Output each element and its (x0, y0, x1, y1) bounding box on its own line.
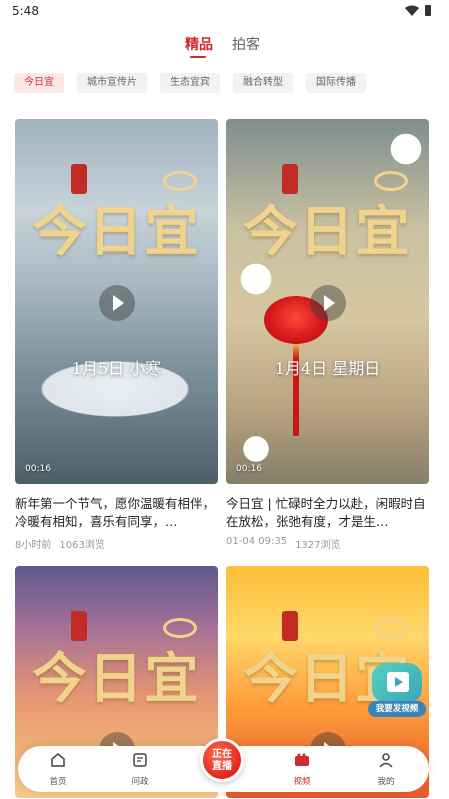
video-card[interactable]: 今日宜 1月4日 星期日 00:16 今日宜 | 忙碌时全力以赴，闲暇时自在放松… (226, 119, 429, 551)
profile-icon (379, 753, 393, 768)
home-icon (51, 753, 65, 767)
video-title[interactable]: 今日宜 | 忙碌时全力以赴，闲暇时自在放松，张弛有度，才是生… (226, 495, 429, 531)
overlay-title: 今日宜 (32, 199, 201, 263)
video-duration: 00:16 (25, 464, 51, 474)
video-views: 1063浏览 (59, 540, 105, 551)
video-views: 1327浏览 (295, 540, 341, 551)
video-time: 01-04 09:35 (226, 536, 288, 547)
overlay-caption: 1月4日 星期日 (274, 359, 381, 378)
wifi-icon (405, 5, 419, 16)
overlay-title: 今日宜 (243, 199, 412, 263)
video-duration: 00:16 (236, 464, 262, 474)
chip-city-promo[interactable]: 城市宣传片 (77, 73, 147, 93)
publish-video-label: 我要发视频 (368, 701, 426, 717)
chip-international[interactable]: 国际传播 (306, 73, 366, 93)
status-bar: 5:48 (0, 0, 449, 24)
tab-featured[interactable]: 精品 (185, 34, 213, 54)
chips-fade (389, 68, 449, 98)
tab-reporter[interactable]: 拍客 (232, 34, 260, 54)
video-title[interactable]: 新年第一个节气，愿你温暖有相伴，冷暖有相知，喜乐有同享，… (15, 495, 218, 531)
play-icon[interactable] (310, 285, 346, 321)
active-tab-indicator (190, 56, 206, 58)
live-stream-button[interactable]: 正在 直播 (200, 738, 244, 782)
nav-label: 视频 (293, 777, 311, 787)
overlay-title: 今日宜 (32, 646, 201, 710)
video-time: 8小时前 (15, 540, 52, 551)
video-upload-icon (387, 672, 409, 692)
play-icon[interactable] (99, 285, 135, 321)
video-icon (295, 753, 309, 766)
video-thumbnail[interactable]: 今日宜 1月5日 小寒 00:16 (15, 119, 218, 484)
live-label-line2: 直播 (212, 761, 232, 772)
nav-video[interactable]: 视频 (277, 752, 327, 787)
nav-profile[interactable]: 我的 (361, 752, 411, 787)
live-label-line1: 正在 (212, 749, 232, 760)
nav-inquiry[interactable]: 问政 (115, 752, 165, 787)
bottom-nav: 首页 问政 正在 直播 视频 我的 (18, 738, 429, 792)
chip-today-yi[interactable]: 今日宜 (14, 73, 64, 93)
video-card[interactable]: 今日宜 1月5日 小寒 00:16 新年第一个节气，愿你温暖有相伴，冷暖有相知，… (15, 119, 218, 551)
status-time: 5:48 (12, 4, 39, 18)
video-meta: 8小时前 1063浏览 (15, 536, 218, 551)
overlay-caption: 1月5日 小寒 (71, 359, 162, 378)
video-meta: 01-04 09:35 1327浏览 (226, 536, 429, 551)
chip-fusion-transform[interactable]: 融合转型 (233, 73, 293, 93)
top-tabs: 精品 拍客 (0, 34, 449, 58)
nav-label: 问政 (131, 777, 149, 787)
status-icons (405, 5, 431, 16)
video-thumbnail[interactable]: 今日宜 1月4日 星期日 00:16 (226, 119, 429, 484)
nav-home[interactable]: 首页 (33, 752, 83, 787)
nav-label: 我的 (377, 777, 395, 787)
publish-video-button[interactable]: 我要发视频 (368, 663, 426, 717)
chip-eco-yibin[interactable]: 生态宜宾 (160, 73, 220, 93)
inquiry-icon (133, 753, 147, 767)
category-chips: 今日宜 城市宣传片 生态宜宾 融合转型 国际传播 (14, 73, 366, 93)
battery-icon (425, 5, 431, 16)
nav-label: 首页 (49, 777, 67, 787)
